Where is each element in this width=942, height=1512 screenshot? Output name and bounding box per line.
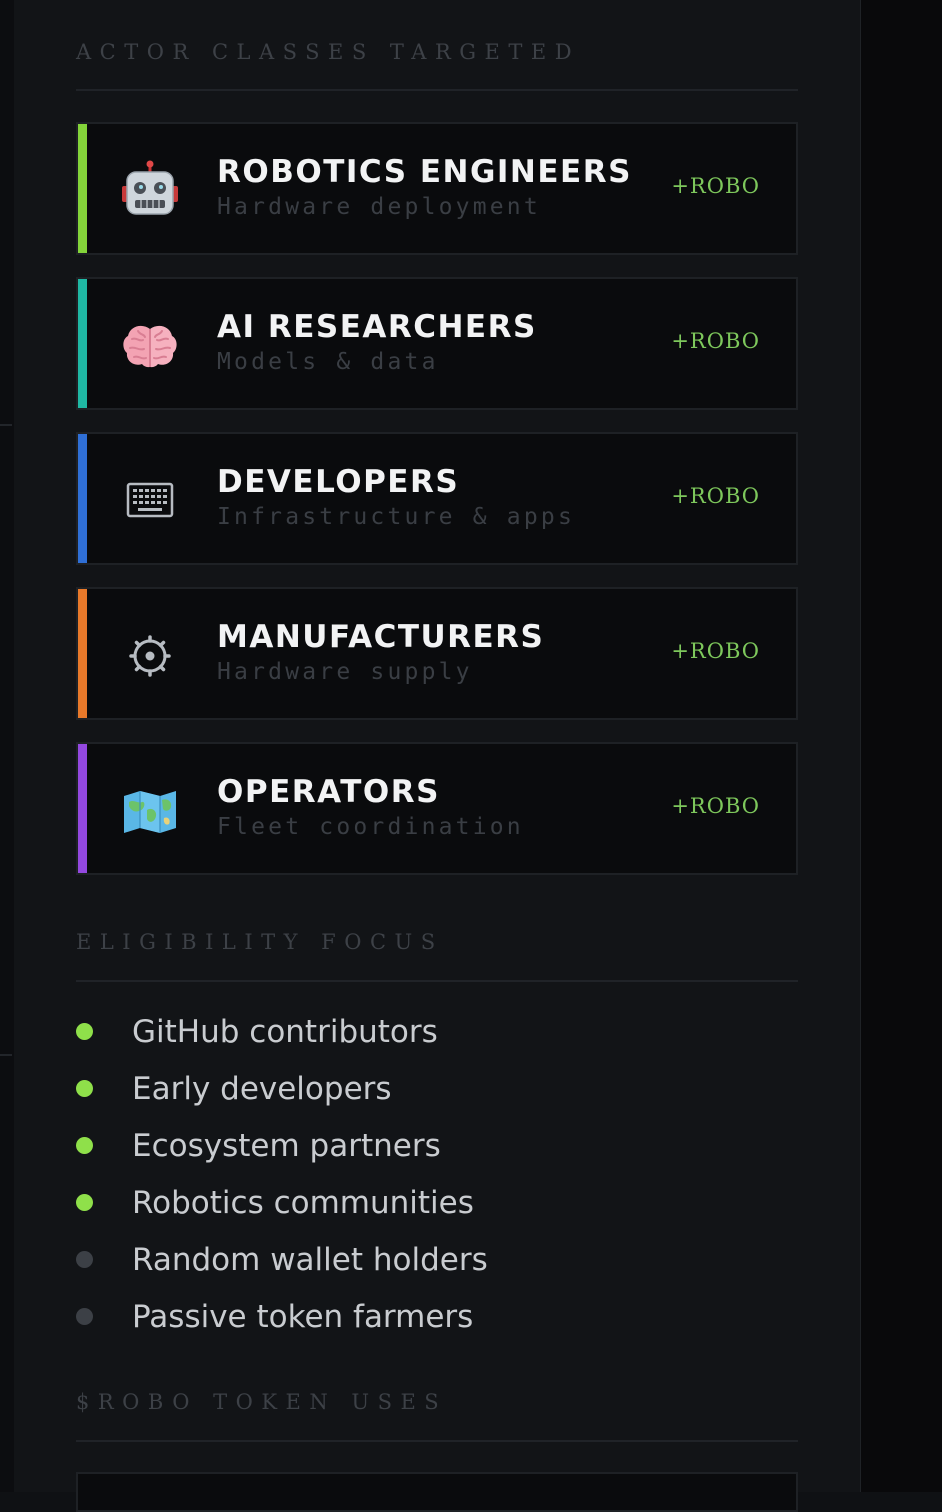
eligibility-label: Robotics communities (132, 1185, 474, 1221)
eligibility-item: Passive token farmers (76, 1291, 798, 1348)
status-dot (76, 1137, 93, 1154)
actor-class-description: Models & data (217, 349, 439, 375)
status-dot (76, 1023, 93, 1040)
actor-class-description: Fleet coordination (217, 814, 524, 840)
eligibility-item: Random wallet holders (76, 1234, 798, 1291)
actor-card-ai-researchers[interactable]: AI RESEARCHERS Models & data +ROBO (76, 277, 798, 410)
card-accent-bar (78, 434, 87, 563)
section-title-token-uses: $ROBO TOKEN USES (76, 1390, 448, 1414)
reward-tag: +ROBO (671, 794, 760, 818)
right-gutter (861, 0, 942, 1492)
eligibility-item: Early developers (76, 1063, 798, 1120)
gutter-divider (0, 1054, 12, 1056)
actor-card-manufacturers[interactable]: MANUFACTURERS Hardware supply +ROBO (76, 587, 798, 720)
keyboard-icon (120, 470, 180, 530)
eligibility-item: Robotics communities (76, 1177, 798, 1234)
section-title-eligibility: ELIGIBILITY FOCUS (76, 930, 444, 954)
card-accent-bar (78, 124, 87, 253)
eligibility-label: Random wallet holders (132, 1242, 488, 1278)
actor-class-name: OPERATORS (217, 774, 440, 810)
actor-card-operators[interactable]: OPERATORS Fleet coordination +ROBO (76, 742, 798, 875)
eligibility-label: Passive token farmers (132, 1299, 474, 1335)
actor-class-description: Hardware deployment (217, 194, 541, 220)
actor-class-name: AI RESEARCHERS (217, 309, 537, 345)
gutter-divider (0, 424, 12, 426)
eligibility-label: Ecosystem partners (132, 1128, 441, 1164)
brain-icon (120, 315, 180, 375)
section-divider (76, 89, 798, 91)
left-gutter (0, 0, 14, 1492)
status-dot (76, 1308, 93, 1325)
reward-tag: +ROBO (671, 639, 760, 663)
actor-card-developers[interactable]: DEVELOPERS Infrastructure & apps +ROBO (76, 432, 798, 565)
status-dot (76, 1251, 93, 1268)
robot-icon (120, 160, 180, 220)
token-use-card[interactable] (76, 1472, 798, 1512)
actor-panel[interactable]: ACTOR CLASSES TARGETED ROBOTICS ENGINEER… (14, 0, 861, 1512)
map-icon (120, 780, 180, 840)
card-accent-bar (78, 744, 87, 873)
status-dot (76, 1194, 93, 1211)
eligibility-list: GitHub contributors Early developers Eco… (76, 1006, 798, 1348)
card-accent-bar (78, 279, 87, 408)
actor-class-name: ROBOTICS ENGINEERS (217, 154, 632, 190)
reward-tag: +ROBO (671, 329, 760, 353)
section-divider (76, 1440, 798, 1442)
eligibility-item: GitHub contributors (76, 1006, 798, 1063)
actor-class-description: Hardware supply (217, 659, 473, 685)
reward-tag: +ROBO (671, 174, 760, 198)
reward-tag: +ROBO (671, 484, 760, 508)
actor-class-name: MANUFACTURERS (217, 619, 545, 655)
actor-class-description: Infrastructure & apps (217, 504, 575, 530)
eligibility-item: Ecosystem partners (76, 1120, 798, 1177)
status-dot (76, 1080, 93, 1097)
card-accent-bar (78, 589, 87, 718)
actor-class-list: ROBOTICS ENGINEERS Hardware deployment +… (76, 122, 798, 897)
eligibility-label: GitHub contributors (132, 1014, 438, 1050)
actor-class-name: DEVELOPERS (217, 464, 460, 500)
eligibility-label: Early developers (132, 1071, 392, 1107)
gear-icon (120, 625, 180, 685)
section-title-actor-classes: ACTOR CLASSES TARGETED (76, 40, 581, 64)
section-divider (76, 980, 798, 982)
actor-card-robotics-engineers[interactable]: ROBOTICS ENGINEERS Hardware deployment +… (76, 122, 798, 255)
